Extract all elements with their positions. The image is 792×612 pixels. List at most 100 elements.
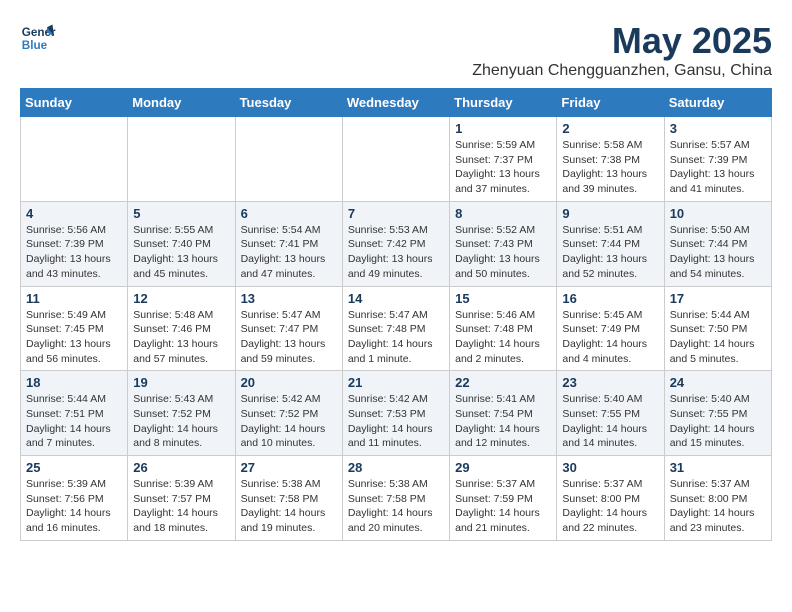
day-number: 25 xyxy=(26,460,122,475)
day-info: Sunrise: 5:50 AM Sunset: 7:44 PM Dayligh… xyxy=(670,223,766,282)
day-cell: 31 Sunrise: 5:37 AM Sunset: 8:00 PM Dayli… xyxy=(664,456,771,541)
week-row-3: 11 Sunrise: 5:49 AM Sunset: 7:45 PM Dayli… xyxy=(21,286,772,371)
day-info: Sunrise: 5:53 AM Sunset: 7:42 PM Dayligh… xyxy=(348,223,444,282)
weekday-header-tuesday: Tuesday xyxy=(235,89,342,117)
day-cell xyxy=(235,117,342,202)
day-cell: 4 Sunrise: 5:56 AM Sunset: 7:39 PM Daylig… xyxy=(21,201,128,286)
day-cell: 8 Sunrise: 5:52 AM Sunset: 7:43 PM Daylig… xyxy=(450,201,557,286)
day-number: 1 xyxy=(455,121,551,136)
day-number: 5 xyxy=(133,206,229,221)
day-cell: 11 Sunrise: 5:49 AM Sunset: 7:45 PM Dayli… xyxy=(21,286,128,371)
day-number: 22 xyxy=(455,375,551,390)
day-number: 12 xyxy=(133,291,229,306)
day-number: 3 xyxy=(670,121,766,136)
day-info: Sunrise: 5:59 AM Sunset: 7:37 PM Dayligh… xyxy=(455,138,551,197)
day-info: Sunrise: 5:38 AM Sunset: 7:58 PM Dayligh… xyxy=(241,477,337,536)
logo-icon: General Blue xyxy=(20,20,56,56)
day-cell: 3Sunrise: 5:57 AM Sunset: 7:39 PM Daylig… xyxy=(664,117,771,202)
day-cell: 20 Sunrise: 5:42 AM Sunset: 7:52 PM Dayli… xyxy=(235,371,342,456)
month-title: May 2025 xyxy=(472,20,772,62)
day-number: 10 xyxy=(670,206,766,221)
day-number: 4 xyxy=(26,206,122,221)
day-cell: 19 Sunrise: 5:43 AM Sunset: 7:52 PM Dayli… xyxy=(128,371,235,456)
day-number: 15 xyxy=(455,291,551,306)
day-cell: 22Sunrise: 5:41 AM Sunset: 7:54 PM Dayli… xyxy=(450,371,557,456)
day-info: Sunrise: 5:47 AM Sunset: 7:48 PM Dayligh… xyxy=(348,308,444,367)
day-info: Sunrise: 5:58 AM Sunset: 7:38 PM Dayligh… xyxy=(562,138,658,197)
day-cell xyxy=(342,117,449,202)
day-number: 16 xyxy=(562,291,658,306)
day-cell: 17 Sunrise: 5:44 AM Sunset: 7:50 PM Dayli… xyxy=(664,286,771,371)
week-row-2: 4 Sunrise: 5:56 AM Sunset: 7:39 PM Daylig… xyxy=(21,201,772,286)
weekday-header-thursday: Thursday xyxy=(450,89,557,117)
day-number: 6 xyxy=(241,206,337,221)
day-cell: 21Sunrise: 5:42 AM Sunset: 7:53 PM Dayli… xyxy=(342,371,449,456)
day-cell: 30 Sunrise: 5:37 AM Sunset: 8:00 PM Dayli… xyxy=(557,456,664,541)
day-info: Sunrise: 5:54 AM Sunset: 7:41 PM Dayligh… xyxy=(241,223,337,282)
weekday-header-sunday: Sunday xyxy=(21,89,128,117)
day-number: 31 xyxy=(670,460,766,475)
weekday-header-row: SundayMondayTuesdayWednesdayThursdayFrid… xyxy=(21,89,772,117)
day-number: 21 xyxy=(348,375,444,390)
day-cell: 26Sunrise: 5:39 AM Sunset: 7:57 PM Dayli… xyxy=(128,456,235,541)
day-info: Sunrise: 5:38 AM Sunset: 7:58 PM Dayligh… xyxy=(348,477,444,536)
day-cell: 23Sunrise: 5:40 AM Sunset: 7:55 PM Dayli… xyxy=(557,371,664,456)
day-info: Sunrise: 5:46 AM Sunset: 7:48 PM Dayligh… xyxy=(455,308,551,367)
day-info: Sunrise: 5:37 AM Sunset: 8:00 PM Dayligh… xyxy=(562,477,658,536)
day-cell: 14Sunrise: 5:47 AM Sunset: 7:48 PM Dayli… xyxy=(342,286,449,371)
day-cell: 7 Sunrise: 5:53 AM Sunset: 7:42 PM Daylig… xyxy=(342,201,449,286)
location-title: Zhenyuan Chengguanzhen, Gansu, China xyxy=(472,62,772,80)
day-number: 18 xyxy=(26,375,122,390)
week-row-1: 1 Sunrise: 5:59 AM Sunset: 7:37 PM Daylig… xyxy=(21,117,772,202)
day-info: Sunrise: 5:55 AM Sunset: 7:40 PM Dayligh… xyxy=(133,223,229,282)
week-row-4: 18Sunrise: 5:44 AM Sunset: 7:51 PM Dayli… xyxy=(21,371,772,456)
day-info: Sunrise: 5:56 AM Sunset: 7:39 PM Dayligh… xyxy=(26,223,122,282)
day-number: 19 xyxy=(133,375,229,390)
weekday-header-wednesday: Wednesday xyxy=(342,89,449,117)
day-number: 28 xyxy=(348,460,444,475)
day-cell: 27 Sunrise: 5:38 AM Sunset: 7:58 PM Dayli… xyxy=(235,456,342,541)
calendar-table: SundayMondayTuesdayWednesdayThursdayFrid… xyxy=(20,88,772,541)
day-cell: 18Sunrise: 5:44 AM Sunset: 7:51 PM Dayli… xyxy=(21,371,128,456)
day-number: 13 xyxy=(241,291,337,306)
day-cell: 5 Sunrise: 5:55 AM Sunset: 7:40 PM Daylig… xyxy=(128,201,235,286)
day-info: Sunrise: 5:45 AM Sunset: 7:49 PM Dayligh… xyxy=(562,308,658,367)
day-info: Sunrise: 5:37 AM Sunset: 7:59 PM Dayligh… xyxy=(455,477,551,536)
svg-text:Blue: Blue xyxy=(22,39,48,52)
day-number: 7 xyxy=(348,206,444,221)
day-info: Sunrise: 5:49 AM Sunset: 7:45 PM Dayligh… xyxy=(26,308,122,367)
day-cell: 1 Sunrise: 5:59 AM Sunset: 7:37 PM Daylig… xyxy=(450,117,557,202)
weekday-header-friday: Friday xyxy=(557,89,664,117)
day-number: 8 xyxy=(455,206,551,221)
week-row-5: 25 Sunrise: 5:39 AM Sunset: 7:56 PM Dayli… xyxy=(21,456,772,541)
day-number: 29 xyxy=(455,460,551,475)
logo: General Blue xyxy=(20,20,60,56)
day-info: Sunrise: 5:51 AM Sunset: 7:44 PM Dayligh… xyxy=(562,223,658,282)
day-info: Sunrise: 5:48 AM Sunset: 7:46 PM Dayligh… xyxy=(133,308,229,367)
day-info: Sunrise: 5:40 AM Sunset: 7:55 PM Dayligh… xyxy=(670,392,766,451)
day-cell: 2Sunrise: 5:58 AM Sunset: 7:38 PM Daylig… xyxy=(557,117,664,202)
day-info: Sunrise: 5:37 AM Sunset: 8:00 PM Dayligh… xyxy=(670,477,766,536)
day-cell: 6 Sunrise: 5:54 AM Sunset: 7:41 PM Daylig… xyxy=(235,201,342,286)
day-number: 24 xyxy=(670,375,766,390)
day-info: Sunrise: 5:43 AM Sunset: 7:52 PM Dayligh… xyxy=(133,392,229,451)
day-number: 26 xyxy=(133,460,229,475)
day-cell xyxy=(21,117,128,202)
page-header: General Blue May 2025 Zhenyuan Chengguan… xyxy=(20,20,772,80)
day-number: 30 xyxy=(562,460,658,475)
day-info: Sunrise: 5:42 AM Sunset: 7:52 PM Dayligh… xyxy=(241,392,337,451)
day-cell: 13Sunrise: 5:47 AM Sunset: 7:47 PM Dayli… xyxy=(235,286,342,371)
day-number: 11 xyxy=(26,291,122,306)
day-cell: 12 Sunrise: 5:48 AM Sunset: 7:46 PM Dayli… xyxy=(128,286,235,371)
day-cell: 9Sunrise: 5:51 AM Sunset: 7:44 PM Daylig… xyxy=(557,201,664,286)
day-number: 27 xyxy=(241,460,337,475)
day-info: Sunrise: 5:39 AM Sunset: 7:56 PM Dayligh… xyxy=(26,477,122,536)
day-number: 20 xyxy=(241,375,337,390)
day-info: Sunrise: 5:44 AM Sunset: 7:50 PM Dayligh… xyxy=(670,308,766,367)
weekday-header-monday: Monday xyxy=(128,89,235,117)
day-number: 17 xyxy=(670,291,766,306)
day-cell: 25 Sunrise: 5:39 AM Sunset: 7:56 PM Dayli… xyxy=(21,456,128,541)
day-number: 23 xyxy=(562,375,658,390)
day-cell: 28 Sunrise: 5:38 AM Sunset: 7:58 PM Dayli… xyxy=(342,456,449,541)
day-info: Sunrise: 5:52 AM Sunset: 7:43 PM Dayligh… xyxy=(455,223,551,282)
